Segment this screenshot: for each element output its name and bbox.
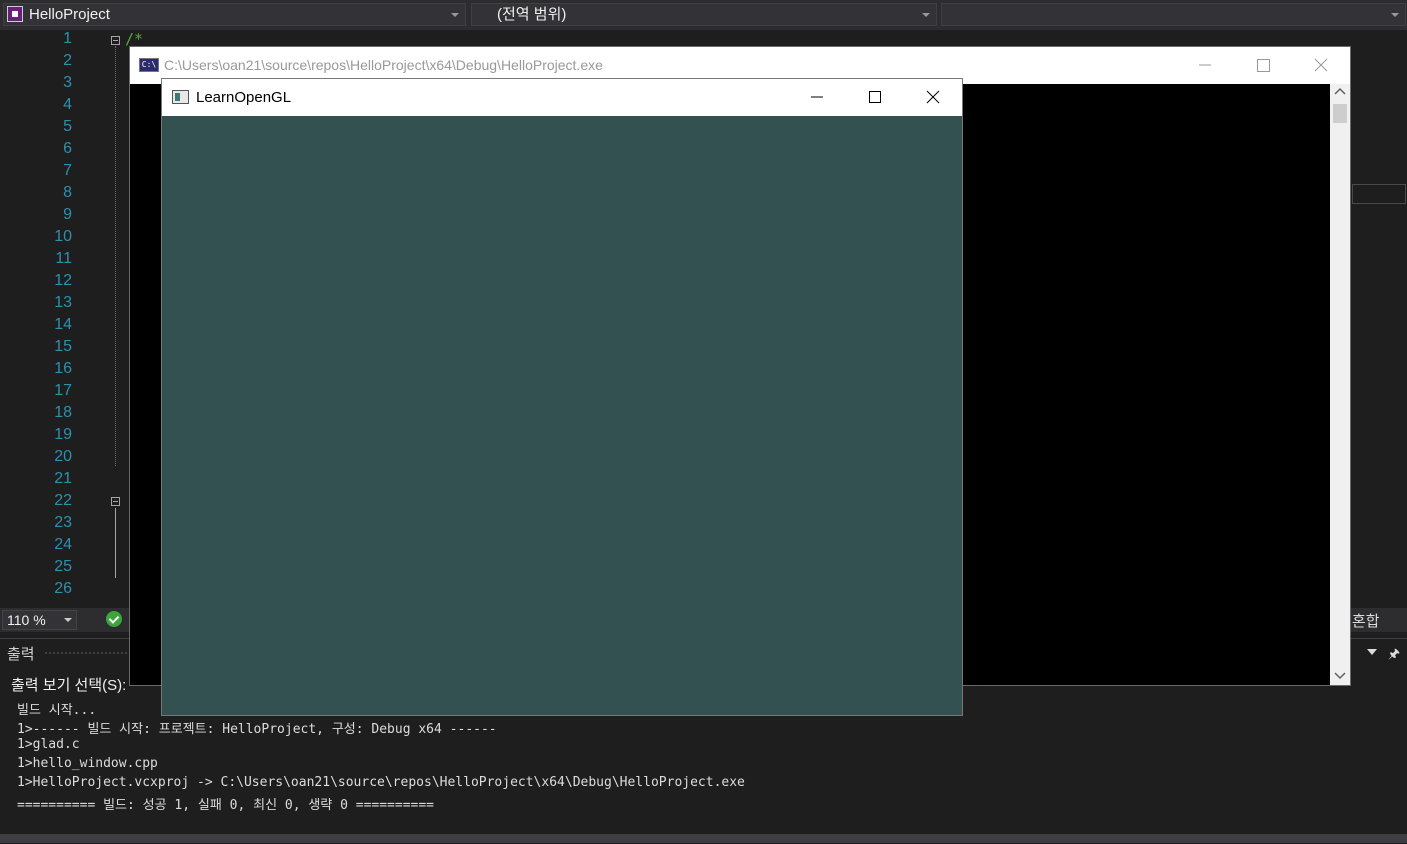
zoom-value: 110 %: [7, 612, 46, 628]
opengl-window-title: LearnOpenGL: [196, 89, 292, 106]
line-number: 9: [63, 206, 72, 223]
scroll-down-icon[interactable]: [1334, 671, 1346, 681]
output-line: 1>HelloProject.vcxproj -> C:\Users\oan21…: [17, 775, 745, 790]
project-icon: [7, 6, 23, 22]
chevron-down-icon: [64, 618, 72, 622]
fold-guide: [115, 46, 117, 466]
opengl-window[interactable]: LearnOpenGL: [161, 78, 963, 716]
console-window-title: C:\Users\oan21\source\repos\HelloProject…: [164, 57, 603, 73]
line-number: 24: [54, 536, 72, 553]
line-number: 19: [54, 426, 72, 443]
window-app-icon: [172, 90, 189, 104]
output-source-label: 출력 보기 선택(S):: [11, 677, 127, 694]
line-number: 26: [54, 580, 72, 597]
line-number: 21: [54, 470, 72, 487]
output-line: 1>hello_window.cpp: [17, 756, 158, 771]
line-number: 18: [54, 404, 72, 421]
chevron-down-icon: [451, 13, 459, 17]
line-number: 4: [63, 96, 72, 113]
line-number: 2: [63, 52, 72, 69]
opengl-title-bar[interactable]: LearnOpenGL: [162, 79, 962, 116]
scrollbar-thumb[interactable]: [1333, 104, 1347, 123]
line-number: 23: [54, 514, 72, 531]
maximize-button[interactable]: [1234, 47, 1292, 84]
project-dropdown-label: HelloProject: [29, 6, 110, 23]
output-panel-title: 출력: [7, 646, 35, 663]
navigation-bar: HelloProject (전역 범위): [0, 0, 1407, 30]
chevron-down-icon: [1391, 13, 1399, 17]
minimize-button[interactable]: [1176, 47, 1234, 84]
pin-icon[interactable]: 🖈: [1388, 645, 1400, 667]
fold-guide: [115, 508, 117, 578]
line-number: 6: [63, 140, 72, 157]
line-number: 10: [54, 228, 72, 245]
line-number: 11: [55, 250, 72, 267]
scope-dropdown-label: (전역 범위): [497, 6, 567, 23]
line-number: 3: [63, 74, 72, 91]
line-number: 8: [63, 184, 72, 201]
zoom-dropdown[interactable]: 110 %: [2, 610, 77, 630]
line-number: 12: [54, 272, 72, 289]
output-line: 빌드 시작...: [17, 703, 97, 718]
line-number: 15: [54, 338, 72, 355]
line-number: 20: [54, 448, 72, 465]
line-number: 13: [54, 294, 72, 311]
horizontal-scrollbar[interactable]: [0, 834, 1407, 843]
opengl-render-area[interactable]: [162, 116, 962, 715]
line-ending-indicator[interactable]: 혼합: [1352, 610, 1380, 631]
project-dropdown[interactable]: HelloProject: [3, 3, 466, 26]
console-icon: C:\: [139, 58, 159, 72]
console-vertical-scrollbar[interactable]: [1330, 84, 1350, 685]
line-number: 1: [63, 30, 72, 47]
line-number: 25: [54, 558, 72, 575]
collapse-icon[interactable]: [111, 497, 120, 506]
no-issues-icon[interactable]: [106, 611, 122, 627]
minimize-button[interactable]: [788, 79, 846, 116]
line-number: 22: [54, 492, 72, 509]
chevron-down-icon: [922, 13, 930, 17]
current-line-highlight: [1352, 184, 1406, 204]
maximize-button[interactable]: [846, 79, 904, 116]
scroll-up-icon[interactable]: [1334, 87, 1346, 97]
close-button[interactable]: [1292, 47, 1350, 84]
output-line: 1>------ 빌드 시작: 프로젝트: HelloProject, 구성: …: [17, 722, 497, 737]
line-number: 16: [54, 360, 72, 377]
panel-menu-icon[interactable]: [1367, 649, 1377, 655]
line-number: 7: [63, 162, 72, 179]
close-button[interactable]: [904, 79, 962, 116]
line-number: 5: [63, 118, 72, 135]
member-dropdown[interactable]: [941, 3, 1406, 26]
line-number: 17: [54, 382, 72, 399]
scope-dropdown[interactable]: (전역 범위): [471, 3, 937, 26]
output-line: 1>glad.c: [17, 737, 80, 752]
line-number: 14: [54, 316, 72, 333]
collapse-icon[interactable]: [111, 36, 120, 45]
output-line: ========== 빌드: 성공 1, 실패 0, 최신 0, 생략 0 ==…: [17, 798, 435, 813]
